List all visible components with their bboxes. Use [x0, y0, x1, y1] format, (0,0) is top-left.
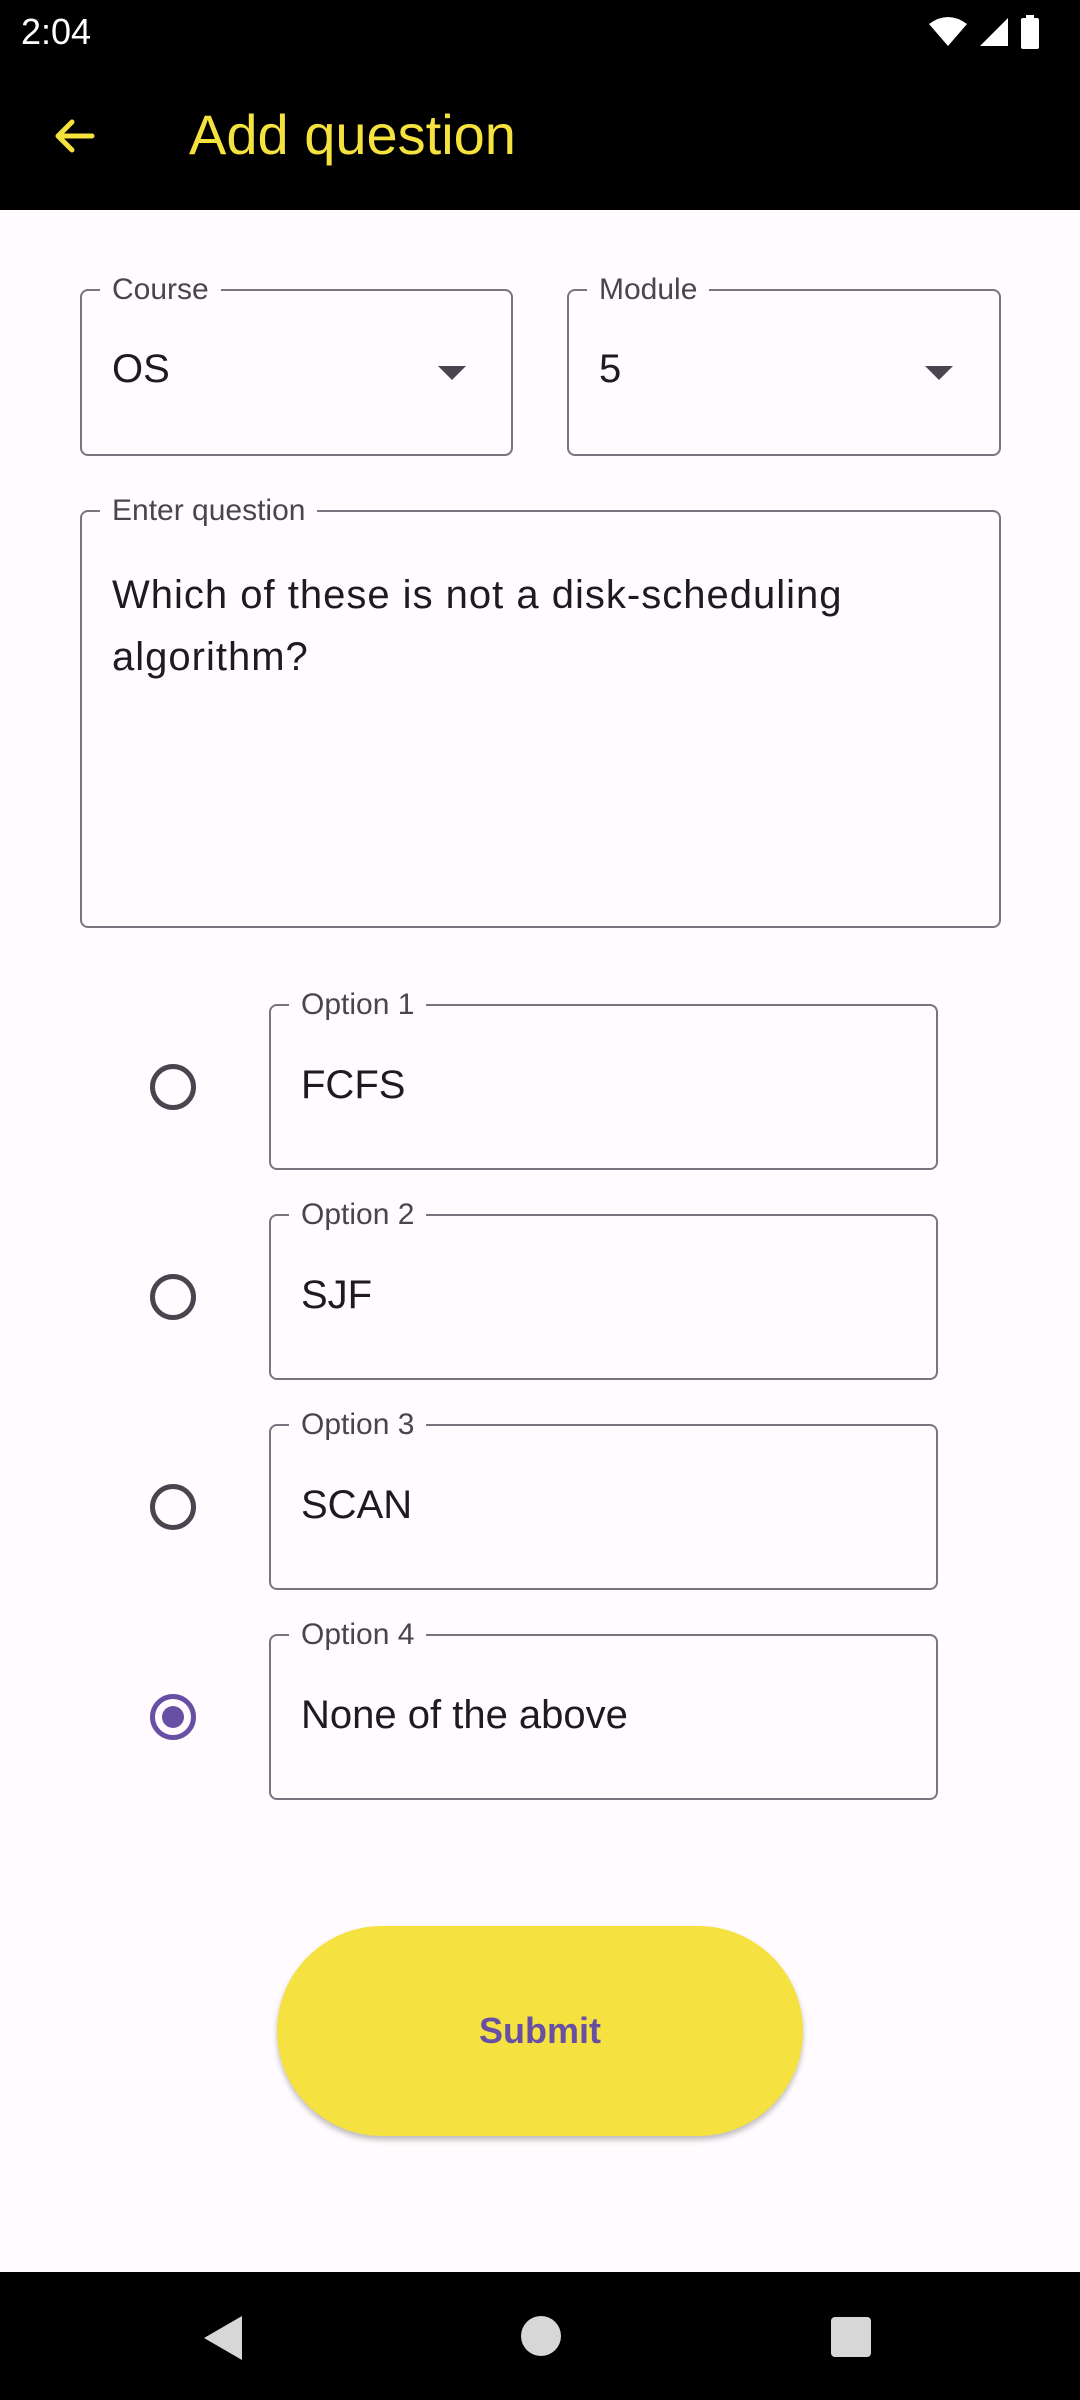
option-2-value: SJF — [301, 1273, 373, 1317]
option-3-label: Option 3 — [289, 1408, 427, 1442]
option-1-value: FCFS — [301, 1063, 406, 1107]
option-2-field[interactable]: Option 2 SJF — [269, 1198, 938, 1380]
arrow-back-icon — [55, 119, 95, 153]
question-label: Enter question — [100, 494, 318, 528]
module-value: 5 — [599, 347, 622, 391]
option-4-value: None of the above — [301, 1693, 628, 1737]
module-label: Module — [587, 273, 710, 307]
module-dropdown[interactable]: Module 5 — [567, 273, 1001, 456]
status-time: 2:04 — [21, 11, 92, 52]
app-bar: Add question — [0, 64, 1080, 210]
wifi-icon — [929, 17, 967, 46]
option-4-radio[interactable] — [150, 1694, 196, 1740]
option-2-radio[interactable] — [150, 1274, 196, 1320]
option-4-label: Option 4 — [289, 1618, 427, 1652]
chevron-down-icon — [925, 366, 953, 380]
question-text: Which of these is not a disk-scheduling … — [112, 573, 843, 679]
status-icons — [928, 14, 1040, 50]
submit-button[interactable]: Submit — [277, 1926, 803, 2136]
question-field[interactable]: Enter question Which of these is not a d… — [80, 494, 1001, 928]
option-3-value: SCAN — [301, 1483, 413, 1527]
option-1-field[interactable]: Option 1 FCFS — [269, 988, 938, 1170]
navigation-bar — [0, 2272, 1080, 2400]
option-1-radio[interactable] — [150, 1064, 196, 1110]
option-2-label: Option 2 — [289, 1198, 427, 1232]
signal-icon — [980, 18, 1008, 46]
course-value: OS — [112, 347, 170, 391]
battery-icon — [1021, 15, 1039, 49]
page-title: Add question — [189, 103, 516, 166]
option-4-field[interactable]: Option 4 None of the above — [269, 1618, 938, 1800]
nav-back-icon[interactable] — [204, 2316, 242, 2360]
course-label: Course — [100, 273, 221, 307]
chevron-down-icon — [438, 366, 466, 380]
nav-recents-icon[interactable] — [831, 2317, 871, 2357]
nav-home-icon[interactable] — [521, 2316, 561, 2356]
back-button[interactable] — [34, 96, 114, 176]
course-dropdown[interactable]: Course OS — [80, 273, 513, 456]
option-3-field[interactable]: Option 3 SCAN — [269, 1408, 938, 1590]
option-1-label: Option 1 — [289, 988, 427, 1022]
status-bar: 2:04 — [0, 0, 1080, 64]
option-3-radio[interactable] — [150, 1484, 196, 1530]
